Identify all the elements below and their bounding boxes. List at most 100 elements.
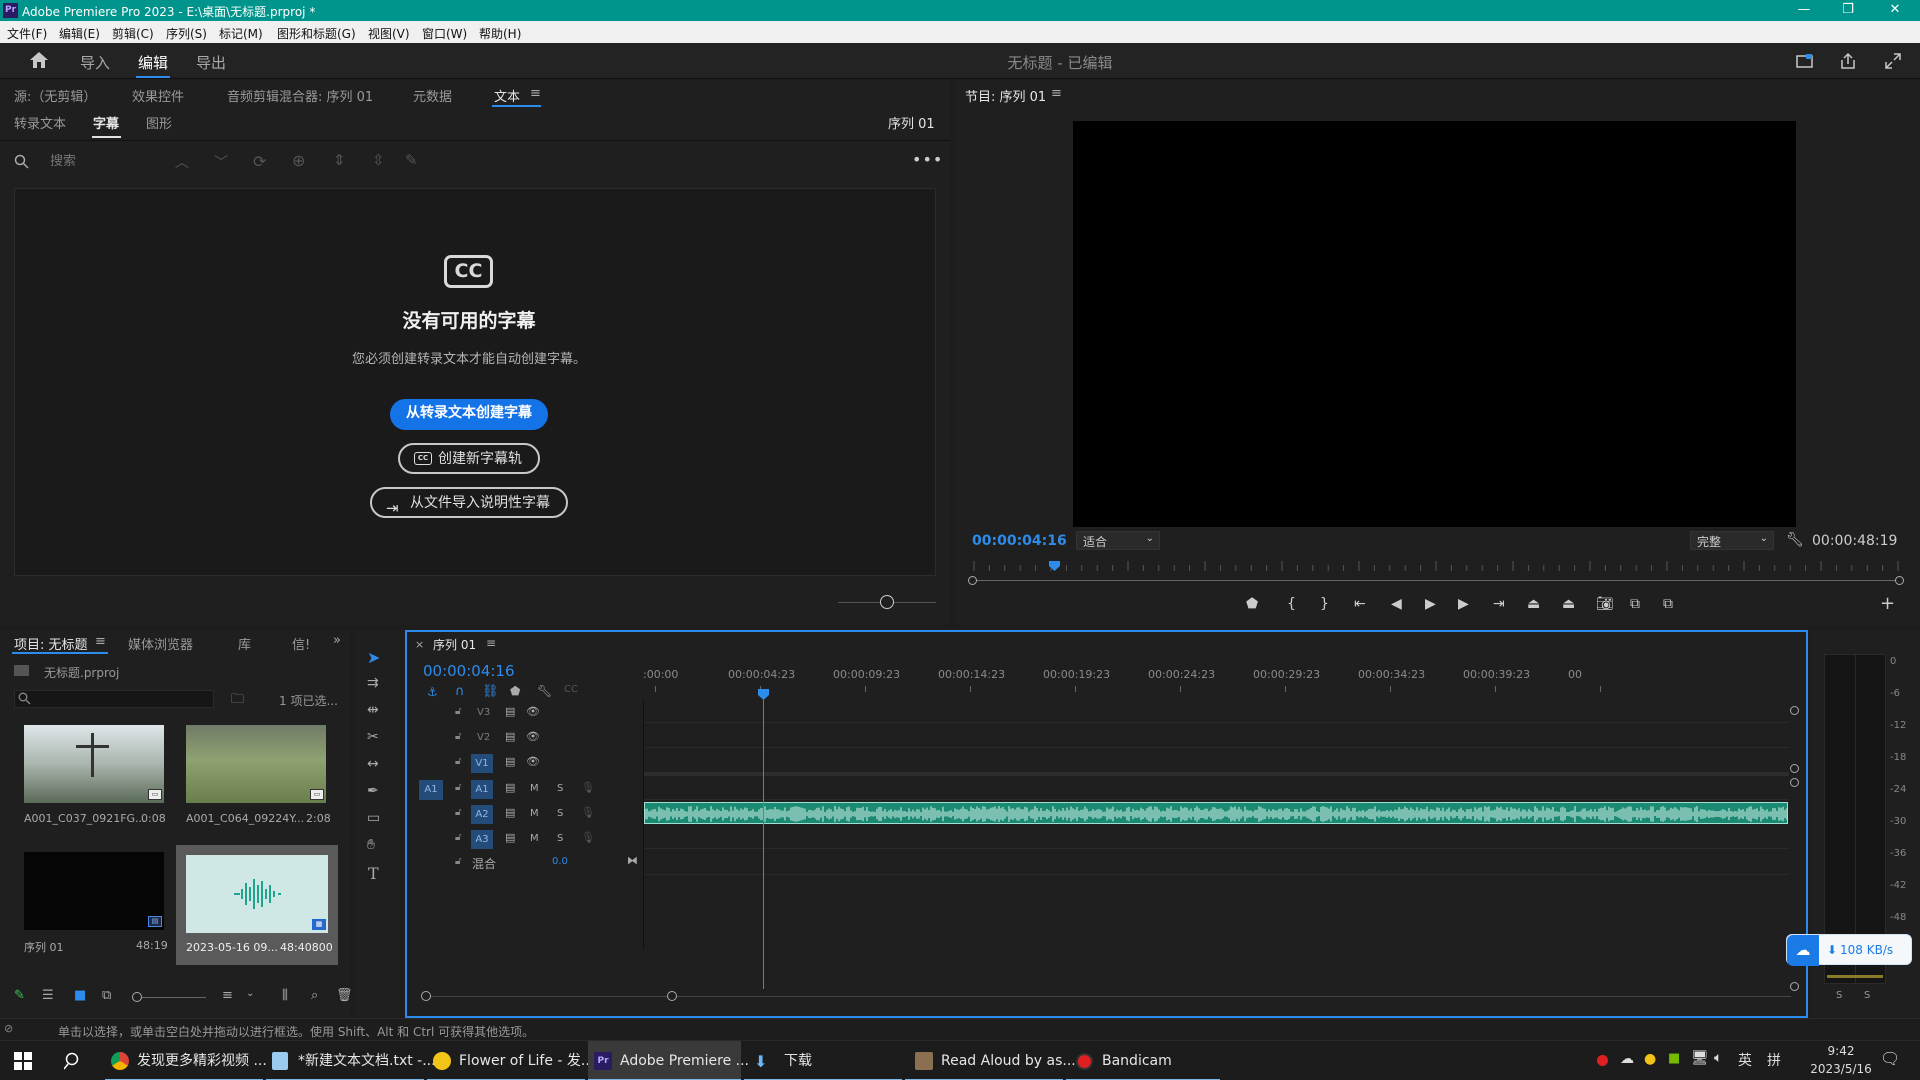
pencil-icon[interactable]: ✎ (405, 151, 418, 169)
menu-window[interactable]: 窗口(W) (422, 25, 467, 42)
freeform-view-icon[interactable]: ⧉ (102, 988, 111, 1003)
tab-info[interactable]: 信! (292, 634, 310, 653)
caption-zoom-slider[interactable] (880, 595, 894, 609)
track-area[interactable] (643, 700, 1789, 950)
menu-edit[interactable]: 编辑(E) (59, 25, 100, 42)
slip-tool-icon[interactable]: ↔ (367, 756, 379, 772)
sync-lock-icon[interactable]: ▤ (505, 755, 515, 768)
refresh-icon[interactable]: ⟳ (253, 152, 266, 171)
microphone-icon[interactable]: 🎙︎ (581, 781, 595, 794)
close-button[interactable]: ✕ (1870, 0, 1920, 21)
nest-toggle-icon[interactable]: ⚓︎ (427, 685, 438, 699)
extract-icon[interactable]: ⏏ (1562, 596, 1575, 612)
timeline-settings-icon[interactable]: 🔧︎ (537, 684, 552, 698)
track-header-v1[interactable]: 🔓︎ V1 ▤ 👁︎ (452, 754, 642, 774)
taskbar-app-premiere[interactable]: Pr Adobe Premiere ... (588, 1041, 749, 1080)
tab-export[interactable]: 导出 (196, 52, 226, 73)
tab-text[interactable]: 文本 (494, 86, 520, 105)
more-options-icon[interactable]: ••• (912, 150, 943, 169)
project-menu-icon[interactable]: ≡ (95, 634, 106, 649)
track-header-v2[interactable]: 🔓︎ V2 ▤ 👁︎ (452, 729, 642, 749)
sync-lock-icon[interactable]: ▤ (505, 831, 515, 844)
fullscreen-icon[interactable] (1884, 52, 1902, 70)
lock-icon[interactable]: 🔓︎ (455, 856, 461, 867)
proxy-toggle-icon[interactable]: ⧉ (1663, 596, 1673, 612)
go-to-out-icon[interactable]: ⇥ (1493, 596, 1505, 612)
h-scroll-track[interactable] (421, 996, 1791, 997)
taskbar-app-downloads[interactable]: ⬇ 下载 (744, 1041, 902, 1080)
lock-icon[interactable]: 🔓︎ (455, 706, 461, 717)
pen-tool-icon[interactable]: ✒ (367, 783, 379, 799)
track-header-a3[interactable]: 🔓︎ A3 ▤ M S 🎙︎ (452, 830, 642, 850)
quality-dropdown[interactable]: 完整 ⌄ (1690, 531, 1774, 550)
tab-edit[interactable]: 编辑 (138, 52, 168, 73)
program-ruler[interactable] (968, 557, 1903, 571)
track-header-v3[interactable]: 🔓︎ V3 ▤ 👁︎ (452, 704, 642, 724)
menu-clip[interactable]: 剪辑(C) (112, 25, 154, 42)
type-tool-icon[interactable]: T (368, 864, 379, 883)
yellow-tray-icon[interactable]: ● (1644, 1051, 1656, 1067)
solo-button[interactable]: S (557, 808, 563, 819)
ime-indicator[interactable]: 英 (1738, 1050, 1752, 1070)
trash-icon[interactable]: 🗑︎ (336, 988, 353, 1003)
chevron-down-icon[interactable]: ﹀ (214, 152, 228, 172)
recording-tray-icon[interactable] (1597, 1055, 1608, 1066)
menu-view[interactable]: 视图(V) (368, 25, 410, 42)
new-bin-icon[interactable]: 🗀︎ (231, 690, 244, 712)
project-item[interactable]: ▭ A001_C064_09224Y... 2:08 (178, 725, 338, 845)
captions-toggle-icon[interactable]: CC (564, 684, 578, 695)
project-item[interactable]: ▭ A001_C037_0921FG... 0:08 (16, 725, 168, 845)
taskbar-app-bandicam[interactable]: Bandicam (1066, 1041, 1220, 1080)
solo-right-button[interactable]: S (1864, 990, 1870, 1001)
sequence-tab[interactable]: 序列 01 (433, 636, 476, 653)
notification-icon[interactable]: 🗨︎ (1880, 1049, 1900, 1068)
menu-markers[interactable]: 标记(M) (219, 25, 263, 42)
tab-source[interactable]: 源:（无剪辑） (14, 86, 96, 105)
razor-tool-icon[interactable]: ✂ (367, 729, 379, 745)
tab-effect-controls[interactable]: 效果控件 (132, 86, 184, 105)
snap-icon[interactable]: ∩ (455, 684, 465, 699)
home-icon[interactable] (29, 51, 49, 69)
windows-start-icon[interactable] (14, 1052, 32, 1070)
chevron-up-icon[interactable]: ︿ (175, 152, 189, 172)
mark-out-icon[interactable]: } (1320, 596, 1329, 612)
selection-tool-icon[interactable]: ➤ (367, 648, 380, 667)
menu-sequence[interactable]: 序列(S) (166, 25, 207, 42)
microphone-icon[interactable]: 🎙︎ (581, 806, 595, 819)
taskbar-app-read-aloud[interactable]: Read Aloud by as... (905, 1041, 1076, 1080)
automate-icon[interactable]: ⫼ (282, 988, 288, 1003)
sync-lock-icon[interactable]: ▤ (505, 730, 515, 743)
menu-file[interactable]: 文件(F) (7, 25, 47, 42)
hand-tool-icon[interactable]: ✋︎ (367, 837, 375, 853)
program-playhead[interactable] (1048, 561, 1060, 571)
microphone-icon[interactable]: 🎙︎ (581, 831, 595, 844)
rectangle-tool-icon[interactable]: ▭ (367, 810, 380, 826)
minimize-button[interactable]: — (1782, 0, 1826, 21)
search-icon[interactable] (64, 1052, 82, 1070)
sequence-menu-icon[interactable]: ≡ (486, 636, 496, 650)
timeline-playhead[interactable] (758, 689, 770, 989)
v-scroll-handle[interactable] (1790, 764, 1799, 773)
button-editor-add-icon[interactable]: + (1880, 593, 1895, 614)
sync-lock-icon[interactable]: ▤ (505, 806, 515, 819)
lock-icon[interactable]: 🔓︎ (455, 807, 461, 818)
menu-help[interactable]: 帮助(H) (479, 25, 521, 42)
track-name[interactable]: V1 (471, 754, 493, 773)
network-icon[interactable]: 🖥︎ (1691, 1050, 1709, 1066)
linked-selection-icon[interactable]: ⛓︎ (482, 684, 499, 699)
h-scroll-right-handle[interactable] (667, 991, 677, 1001)
lock-icon[interactable]: 🔓︎ (455, 756, 461, 767)
v-scroll-handle[interactable] (1790, 706, 1799, 715)
taskbar-app-notepad[interactable]: *新建文本文档.txt -... (266, 1041, 436, 1080)
sort-icon[interactable]: ≡ (222, 988, 233, 1003)
track-name[interactable]: A3 (471, 830, 493, 849)
sync-lock-icon[interactable]: ▤ (505, 781, 515, 794)
program-video-frame[interactable] (1073, 121, 1796, 527)
solo-button[interactable]: S (557, 783, 563, 794)
solo-left-button[interactable]: S (1836, 990, 1842, 1001)
go-to-end-icon[interactable]: ⧓ (627, 854, 638, 867)
h-scroll-left-handle[interactable] (421, 991, 431, 1001)
audio-clip[interactable] (644, 802, 1788, 824)
track-header-a2[interactable]: 🔓︎ A2 ▤ M S 🎙︎ (452, 805, 642, 825)
out-handle[interactable] (1895, 576, 1904, 585)
